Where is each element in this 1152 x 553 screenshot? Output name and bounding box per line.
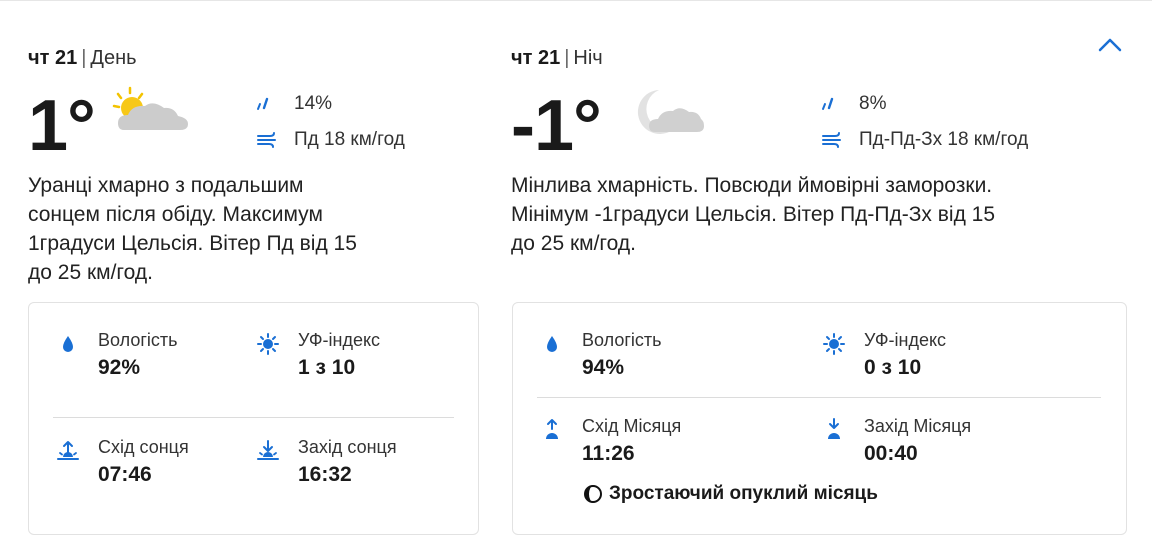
day-forecast: чт 21 | День 1° 14% Пд 18 км/год Уранці хм… — [28, 44, 478, 284]
moonrise-icon — [546, 419, 558, 439]
night-description: Мінлива хмарність. Повсюди ймовірні замо… — [511, 171, 995, 258]
day-wind: Пд 18 км/год — [256, 122, 405, 158]
day-description-line: сонцем після обіду. Максимум — [28, 203, 323, 226]
day-header: чт 21 | День — [28, 44, 478, 72]
day-description-line: 1градуси Цельсія. Вітер Пд від 15 — [28, 232, 357, 255]
day-humidity: Вологість 92% — [56, 330, 226, 382]
day-description: Уранці хмарно з подальшим сонцем після о… — [28, 171, 357, 287]
top-divider — [0, 0, 1152, 1]
day-sunset-label: Захід сонця — [298, 437, 397, 457]
night-moonset-value: 00:40 — [864, 442, 918, 465]
sunset-icon — [257, 440, 279, 460]
night-moonset-label: Захід Місяця — [864, 416, 972, 436]
day-wind-value: Пд 18 км/год — [294, 129, 405, 150]
night-uv-value: 0 з 10 — [864, 356, 922, 379]
drop-icon — [547, 336, 557, 352]
night-moonrise-label: Схід Місяця — [582, 416, 682, 436]
sunrise-icon — [57, 441, 79, 460]
day-precipitation-value: 14% — [294, 93, 333, 114]
night-description-line: Мінімум -1градуси Цельсія. Вітер Пд-Пд-З… — [511, 203, 996, 226]
night-precipitation-value: 8% — [859, 93, 887, 114]
day-humidity-value: 92% — [98, 356, 141, 379]
night-uv-index: УФ-індекс 0 з 10 — [822, 330, 1062, 382]
night-moonrise-value: 11:26 — [582, 442, 635, 465]
night-temperature: -1° — [511, 86, 602, 166]
moon-phase-icon — [584, 485, 602, 503]
moon-phase: Зростаючий опуклий місяць — [583, 483, 878, 505]
moon-phase-label: Зростаючий опуклий місяць — [609, 483, 878, 504]
day-date: чт 21 — [28, 47, 78, 69]
night-humidity: Вологість 94% — [540, 330, 780, 382]
moon-cloud-icon — [625, 86, 705, 147]
night-forecast: чт 21 | Ніч -1° 8% Пд-Пд-Зх 18 км/год Мінл… — [511, 44, 1126, 255]
raindrops-icon — [821, 96, 859, 112]
day-sunrise: Схід сонця 07:46 — [56, 437, 226, 489]
moonset-icon — [828, 418, 840, 439]
night-wind: Пд-Пд-Зх 18 км/год — [821, 122, 1028, 158]
night-humidity-label: Вологість — [582, 330, 662, 350]
day-uv-label: УФ-індекс — [298, 330, 381, 350]
night-header: чт 21 | Ніч — [511, 44, 1126, 72]
night-date: чт 21 — [511, 47, 561, 69]
night-uv-label: УФ-індекс — [864, 330, 947, 350]
wind-icon — [256, 131, 294, 149]
night-details-card: Вологість 94% УФ-індекс 0 з 10 Схід Міся… — [512, 302, 1127, 535]
day-uv-index: УФ-індекс 1 з 10 — [256, 330, 456, 382]
day-separator: | — [81, 47, 87, 69]
wind-icon — [821, 131, 859, 149]
raindrops-icon — [256, 96, 294, 112]
day-temperature: 1° — [28, 86, 96, 166]
sun-icon — [823, 333, 845, 355]
sun-icon — [257, 333, 279, 355]
night-moonrise: Схід Місяця 11:26 — [540, 416, 780, 468]
night-wind-value: Пд-Пд-Зх 18 км/год — [859, 129, 1029, 150]
day-sunrise-label: Схід сонця — [98, 437, 189, 457]
day-details-divider — [53, 417, 454, 418]
day-sunrise-value: 07:46 — [98, 463, 152, 486]
day-details-card: Вологість 92% УФ-індекс 1 з 10 Схід сонц… — [28, 302, 479, 535]
day-sunset-value: 16:32 — [298, 463, 352, 486]
night-description-line: Мінлива хмарність. Повсюди ймовірні замо… — [511, 174, 993, 197]
day-description-line: Уранці хмарно з подальшим — [28, 174, 304, 197]
night-moonset: Захід Місяця 00:40 — [822, 416, 1062, 468]
night-precipitation: 8% — [821, 86, 1028, 122]
day-precipitation: 14% — [256, 86, 405, 122]
night-period: Ніч — [573, 47, 603, 69]
night-humidity-value: 94% — [582, 356, 625, 379]
day-uv-value: 1 з 10 — [298, 356, 356, 379]
drop-icon — [63, 336, 73, 352]
night-description-line: до 25 км/год. — [511, 232, 636, 255]
night-separator: | — [564, 47, 570, 69]
night-details-divider — [537, 397, 1101, 398]
day-humidity-label: Вологість — [98, 330, 178, 350]
day-description-line: до 25 км/год. — [28, 261, 153, 284]
day-sunset: Захід сонця 16:32 — [256, 437, 456, 489]
partly-sunny-cloud-icon — [112, 86, 192, 147]
day-period: День — [90, 47, 137, 69]
